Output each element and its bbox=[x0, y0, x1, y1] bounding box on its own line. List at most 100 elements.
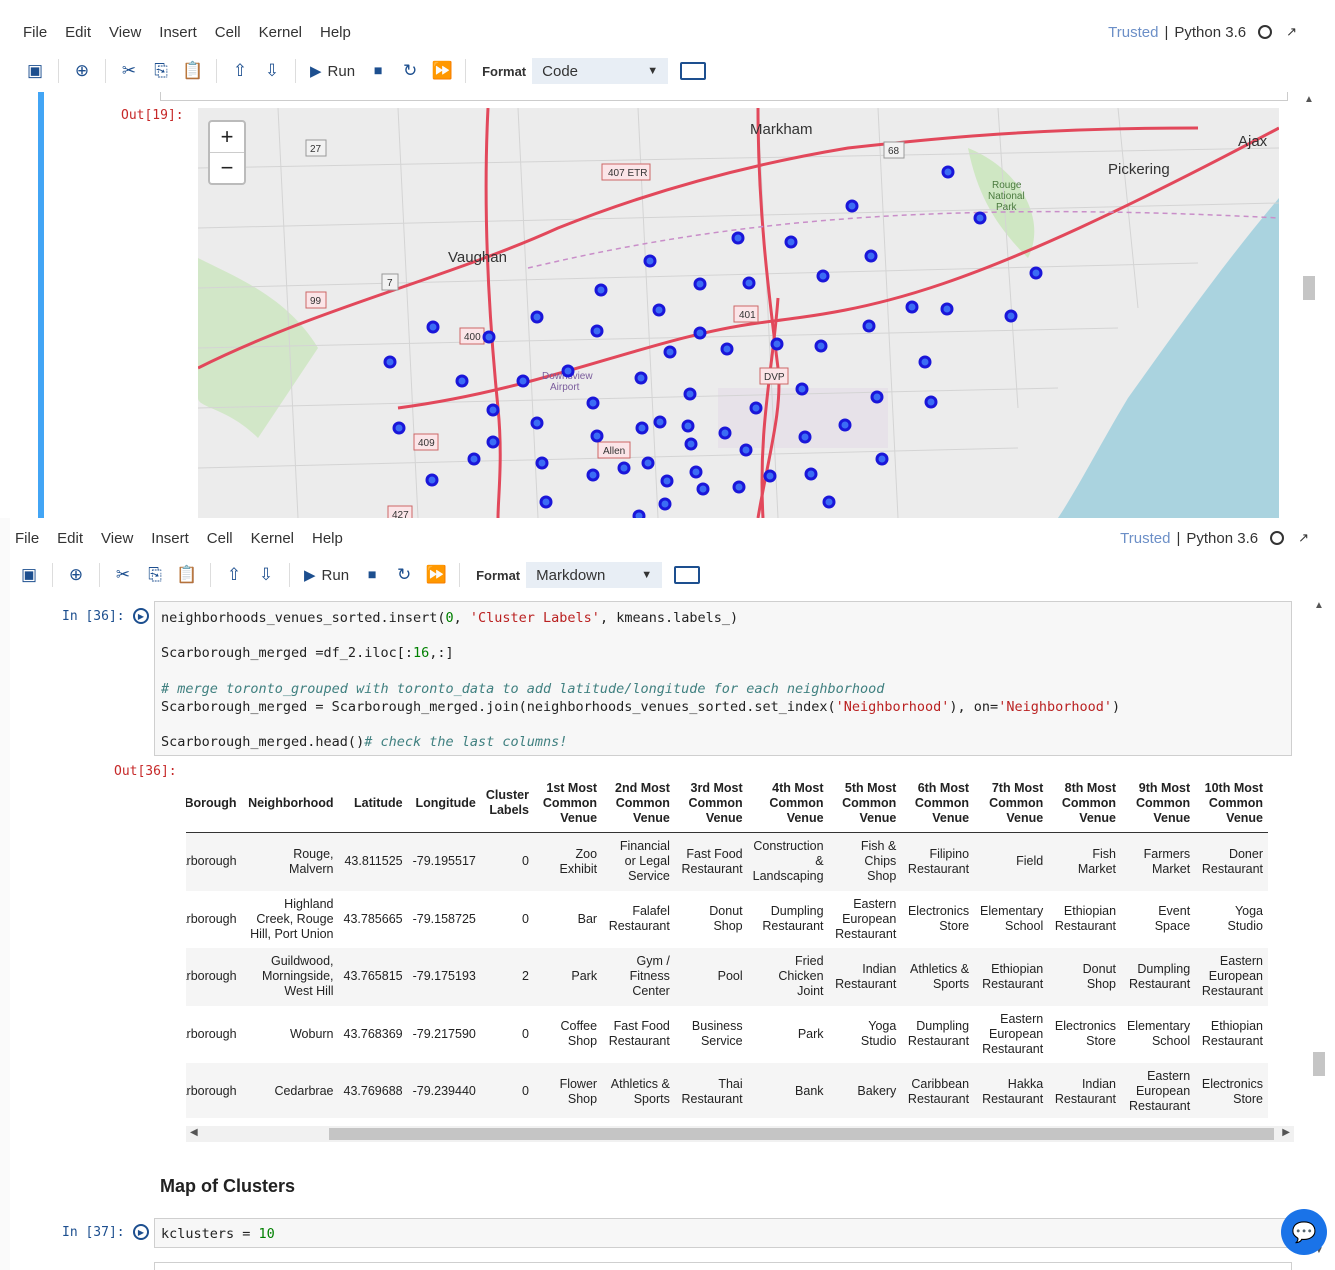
table-cell: Indian Restaurant bbox=[1048, 1063, 1122, 1118]
move-up-icon[interactable]: ⇧ bbox=[227, 58, 253, 84]
kernel-name[interactable]: Python 3.6 bbox=[1186, 530, 1258, 547]
scroll-right-icon[interactable]: ▶ bbox=[1282, 1127, 1290, 1138]
table-cell: Fast Food Restaurant bbox=[608, 1019, 670, 1049]
code-cell-36[interactable]: neighborhoods_venues_sorted.insert(0, 'C… bbox=[154, 601, 1292, 756]
save-icon[interactable]: ▣ bbox=[22, 58, 48, 84]
table-cell: 43.765815 bbox=[338, 948, 408, 1006]
code-input-stub[interactable] bbox=[160, 92, 1288, 101]
zoom-out-button[interactable]: − bbox=[210, 152, 244, 183]
menu-edit[interactable]: Edit bbox=[48, 530, 92, 547]
stop-icon[interactable]: ⏹ bbox=[359, 562, 385, 588]
stop-icon[interactable]: ⏹ bbox=[365, 58, 391, 84]
menu-kernel[interactable]: Kernel bbox=[250, 24, 311, 41]
code-line: kclusters = 10 bbox=[161, 1226, 275, 1242]
chat-icon[interactable]: 💬 bbox=[1281, 1209, 1327, 1255]
menu-insert[interactable]: Insert bbox=[150, 24, 206, 41]
run-button[interactable]: ▶ Run bbox=[300, 566, 353, 585]
table-cell: Ethiopian Restaurant bbox=[1201, 1019, 1263, 1049]
highway-400 bbox=[484, 108, 502, 518]
column-header: 8th Most Common Venue bbox=[1048, 774, 1122, 833]
scroll-up-icon[interactable]: ▲ bbox=[1314, 600, 1324, 611]
menu-cell[interactable]: Cell bbox=[198, 530, 242, 547]
move-down-icon[interactable]: ⇩ bbox=[253, 562, 279, 588]
marker bbox=[530, 416, 544, 430]
folium-map[interactable]: Markham Vaughan Pickering Ajax Rouge Nat… bbox=[198, 108, 1279, 518]
paste-icon[interactable]: 📋 bbox=[180, 58, 206, 84]
menu-file[interactable]: File bbox=[6, 530, 48, 547]
restart-icon[interactable]: ↻ bbox=[397, 58, 423, 84]
menu-kernel[interactable]: Kernel bbox=[242, 530, 303, 547]
kernel-status: Trusted | Python 3.6 ↗ bbox=[1120, 530, 1309, 547]
table-cell: -79.158725 bbox=[412, 911, 476, 926]
place-label: Vaughan bbox=[448, 249, 507, 266]
scroll-up-icon[interactable]: ▲ bbox=[1304, 94, 1314, 105]
insert-cell-icon[interactable]: ⊕ bbox=[63, 562, 89, 588]
marker bbox=[482, 330, 496, 344]
marker bbox=[918, 355, 932, 369]
cut-icon[interactable]: ✂ bbox=[116, 58, 142, 84]
horizontal-scrollbar[interactable]: ◀ ▶ bbox=[186, 1126, 1294, 1142]
expand-icon[interactable]: ↗ bbox=[1298, 530, 1309, 546]
table-cell: Athletics & Sports bbox=[602, 1063, 675, 1118]
trusted-indicator[interactable]: Trusted bbox=[1120, 530, 1170, 547]
cell-type-select[interactable]: Markdown ▼ bbox=[526, 562, 663, 588]
vertical-scrollbar[interactable]: ▲ bbox=[1301, 92, 1317, 518]
menu-view[interactable]: View bbox=[100, 24, 150, 41]
save-icon[interactable]: ▣ bbox=[16, 562, 42, 588]
keyboard-icon[interactable] bbox=[680, 62, 707, 80]
scrollbar-thumb[interactable] bbox=[329, 1128, 1274, 1140]
table-cell: Fast Food Restaurant bbox=[674, 832, 748, 891]
marker bbox=[660, 474, 674, 488]
code-cell-37[interactable]: kclusters = 10 bbox=[154, 1218, 1292, 1248]
move-down-icon[interactable]: ⇩ bbox=[259, 58, 285, 84]
copy-icon[interactable]: ⎘ bbox=[142, 562, 168, 588]
cell-type-select[interactable]: Code ▼ bbox=[532, 58, 669, 84]
table-cell: Electronics Store bbox=[1054, 1019, 1117, 1049]
table-cell: Scarborough bbox=[186, 832, 242, 891]
menu-insert[interactable]: Insert bbox=[142, 530, 198, 547]
marker bbox=[798, 430, 812, 444]
scrollbar-thumb[interactable] bbox=[1313, 1052, 1325, 1076]
run-cell-icon[interactable]: ▶ bbox=[133, 1224, 149, 1240]
table-cell: 2 bbox=[480, 948, 534, 1006]
marker bbox=[486, 435, 500, 449]
vertical-scrollbar[interactable]: ▲ ▼ bbox=[1311, 598, 1327, 1258]
cut-icon[interactable]: ✂ bbox=[110, 562, 136, 588]
notebook-toolbar: ▣ ⊕ ✂ ⎘ 📋 ⇧ ⇩ ▶ Run ⏹ ↻ ⏩ Format Markdow… bbox=[0, 556, 1335, 594]
code-cell-next[interactable] bbox=[154, 1262, 1292, 1270]
scrollbar-thumb[interactable] bbox=[1303, 276, 1315, 300]
road-shield-label: 401 bbox=[739, 310, 756, 321]
menu-help[interactable]: Help bbox=[311, 24, 360, 41]
insert-cell-icon[interactable]: ⊕ bbox=[69, 58, 95, 84]
kernel-name[interactable]: Python 3.6 bbox=[1174, 24, 1246, 41]
marker bbox=[455, 374, 469, 388]
marker bbox=[516, 374, 530, 388]
menu-cell[interactable]: Cell bbox=[206, 24, 250, 41]
menu-file[interactable]: File bbox=[14, 24, 56, 41]
expand-icon[interactable]: ↗ bbox=[1286, 24, 1297, 40]
marker bbox=[392, 421, 406, 435]
zoom-in-button[interactable]: + bbox=[210, 122, 244, 152]
marker bbox=[632, 509, 646, 518]
fast-forward-icon[interactable]: ⏩ bbox=[429, 58, 455, 84]
run-cell-icon[interactable]: ▶ bbox=[133, 608, 149, 624]
menu-view[interactable]: View bbox=[92, 530, 142, 547]
marker bbox=[643, 254, 657, 268]
table-cell: Zoo Exhibit bbox=[533, 832, 603, 891]
trusted-indicator[interactable]: Trusted bbox=[1108, 24, 1158, 41]
keyboard-icon[interactable] bbox=[674, 566, 701, 584]
copy-icon[interactable]: ⎘ bbox=[148, 58, 174, 84]
table-cell: Scarborough bbox=[186, 948, 242, 1006]
table-cell: -79.175193 bbox=[407, 948, 481, 1006]
scroll-left-icon[interactable]: ◀ bbox=[190, 1127, 198, 1138]
road-shield-label: 407 ETR bbox=[608, 168, 647, 179]
fast-forward-icon[interactable]: ⏩ bbox=[423, 562, 449, 588]
paste-icon[interactable]: 📋 bbox=[174, 562, 200, 588]
table-cell: Event Space bbox=[1154, 904, 1191, 934]
restart-icon[interactable]: ↻ bbox=[391, 562, 417, 588]
menu-help[interactable]: Help bbox=[303, 530, 352, 547]
move-up-icon[interactable]: ⇧ bbox=[221, 562, 247, 588]
run-button[interactable]: ▶ Run bbox=[306, 62, 359, 81]
menu-edit[interactable]: Edit bbox=[56, 24, 100, 41]
marker bbox=[718, 426, 732, 440]
